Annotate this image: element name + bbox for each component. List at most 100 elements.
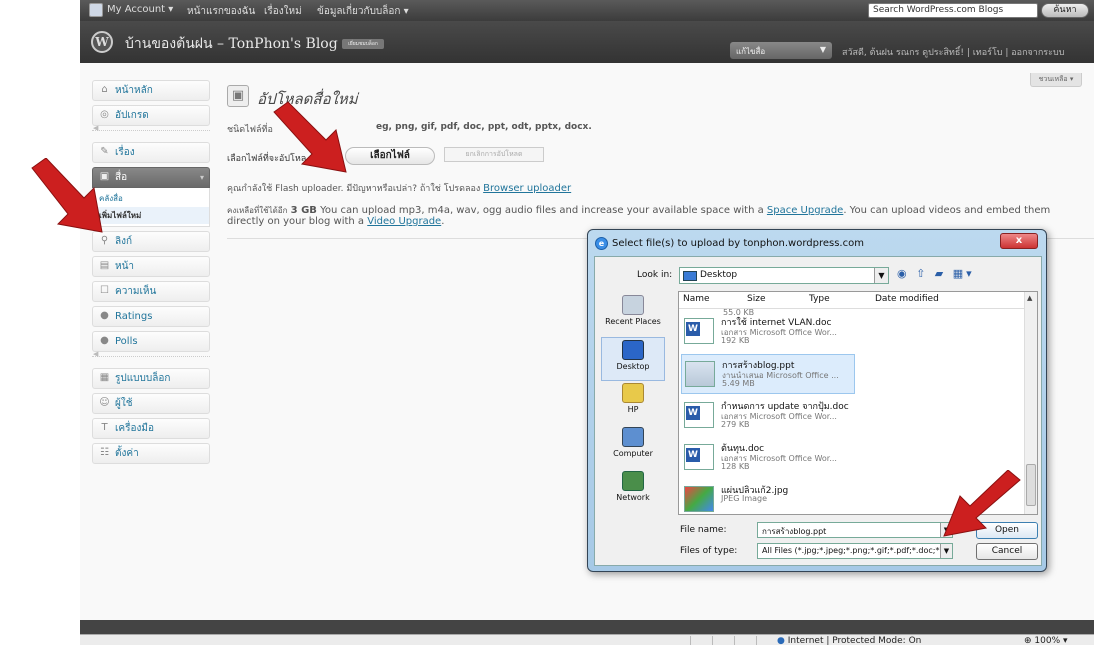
place-hp[interactable]: HP [601,381,665,425]
space-upgrade-link[interactable]: Space Upgrade [767,205,843,216]
scroll-up-icon[interactable]: ▲ [1027,294,1032,302]
admin-header: W บ้านของต้นฝน – TonPhon's Blog เยี่ยมชม… [80,21,1094,63]
menu-item-ratings[interactable]: ● Ratings [92,306,210,327]
file-name-input[interactable]: การสร้างblog.ppt ▼ [757,522,953,538]
file-item[interactable]: การสร้างblog.ppt งานนำเสนอ Microsoft Offi… [681,354,855,394]
doc-file-icon [684,318,714,344]
place-computer[interactable]: Computer [601,425,665,469]
menu-item-comments[interactable]: ☐ ความเห็น [92,281,210,302]
place-recent-places[interactable]: Recent Places [601,293,665,337]
file-size: 128 KB [721,462,750,471]
menu-item-settings[interactable]: ☷ ตั้งค่า [92,443,210,464]
user-greeting[interactable]: สวัสดี, ต้นฝน รณกร ดูประสิทธิ์! | เทอร์โ… [842,45,1064,59]
menu-item-media[interactable]: ▣ สื่อ ▾ [92,167,210,188]
settings-icon: ☷ [100,447,109,458]
page-icon: ▤ [99,260,110,271]
chevron-down-icon[interactable]: ▼ [940,544,952,558]
column-name[interactable]: Name [683,294,710,304]
browser-uploader-link[interactable]: Browser uploader [483,183,571,194]
menu-item-pages[interactable]: ▤ หน้า [92,256,210,277]
favorite-actions-label: แก้ไขสื่อ [736,47,766,56]
column-size[interactable]: Size [747,294,765,304]
menu-item-upgrades[interactable]: ◎ อัปเกรด [92,105,210,126]
look-in-value: Desktop [700,270,738,280]
doc-file-icon [684,444,714,470]
wordpress-logo-icon: W [91,31,113,53]
ppt-file-icon [685,361,715,387]
globe-icon: ● [777,636,785,645]
cancel-upload-button[interactable]: ยกเลิกการอัปโหลด [444,147,544,162]
uploader-text: คุณกำลังใช้ Flash uploader. มีปัญหาหรือเ… [227,184,481,194]
favorite-actions-select[interactable]: แก้ไขสื่อ ▼ [730,42,832,59]
menu-item-polls[interactable]: ● Polls [92,331,210,352]
menu-item-links[interactable]: ⚲ ลิงก์ [92,231,210,252]
admin-menu: ⌂ หน้าหลัก ◎ อัปเกรด ◀ ✎ เรื่อง ▣ สื่อ ▾… [92,80,210,468]
menu-toggle-icon[interactable]: ▾ [200,168,204,187]
screen-options-tab[interactable]: ชวนเหลือ ▾ [1030,73,1082,87]
column-type[interactable]: Type [809,294,830,304]
menu-item-dashboard[interactable]: ⌂ หน้าหลัก [92,80,210,101]
upgrade-icon: ◎ [100,109,109,120]
file-size: 192 KB [721,336,750,345]
zoom-text: 100% [1034,636,1061,645]
visit-site-button[interactable]: เยี่ยมชมบล็อก [342,39,384,49]
file-name-label: File name: [680,525,727,535]
site-title[interactable]: บ้านของต้นฝน – TonPhon's Blog [125,33,338,55]
pin-icon: ✎ [100,146,109,157]
search-input[interactable]: Search WordPress.com Blogs [868,3,1038,18]
adminbar-blog-info[interactable]: ข้อมูลเกี่ยวกับบล็อก ▾ [317,4,409,19]
place-desktop[interactable]: Desktop [601,337,665,381]
browser-content: My Account ▾ หน้าแรกของฉัน เรื่องใหม่ ข้… [80,0,1094,645]
place-network[interactable]: Network [601,469,665,513]
menu-item-users[interactable]: ☺ ผู้ใช้ [92,393,210,414]
file-size: 279 KB [721,420,750,429]
file-item[interactable]: ต้นทุน.docเอกสาร Microsoft Office Wor...… [681,438,855,478]
doc-file-icon [684,402,714,428]
video-upgrade-link[interactable]: Video Upgrade [367,216,441,227]
dialog-toolbar-icons[interactable]: ◉ ⇧ ▰ ▦▾ [897,267,975,280]
file-type-select[interactable]: All Files (*.jpg;*.jpeg;*.png;*.gif;*.pd… [757,543,953,559]
menu-label: รูปแบบบล็อก [115,373,171,384]
file-item[interactable]: แผ่นปลิวแก้2.jpg JPEG Image [681,480,855,514]
submenu-media-library[interactable]: คลังสื่อ [93,190,209,207]
place-label: Computer [613,449,653,458]
menu-item-appearance[interactable]: ▦ รูปแบบบล็อก [92,368,210,389]
menu-separator: ◀ [92,350,210,364]
footer-bar [80,620,1094,634]
avatar[interactable] [89,3,103,17]
menu-label: Ratings [115,311,153,322]
desktop-icon [683,271,697,281]
file-name-value: การสร้างblog.ppt [762,527,827,536]
adminbar-my-home[interactable]: หน้าแรกของฉัน [187,4,255,19]
submenu-add-new[interactable]: เพิ่มไฟล์ใหม่ [93,207,209,224]
network-icon [622,471,644,491]
chevron-down-icon[interactable]: ▼ [874,268,888,283]
menu-item-posts[interactable]: ✎ เรื่อง [92,142,210,163]
select-files-button[interactable]: เลือกไฟล์ [345,147,435,165]
my-account-menu[interactable]: My Account ▾ [107,4,173,15]
zoom-icon: ⊕ [1024,636,1032,645]
column-date-modified[interactable]: Date modified [875,294,939,304]
place-label: Network [616,493,650,502]
menu-label: สื่อ [115,172,128,183]
space-text4: . [441,216,445,227]
close-button[interactable]: x [1000,233,1038,249]
menu-label: ตั้งค่า [115,448,139,459]
look-in-select[interactable]: Desktop ▼ [679,267,889,284]
scrollbar[interactable]: ▲ [1024,292,1037,514]
place-label: HP [627,405,639,414]
file-item[interactable]: กำหนดการ update จากปุ้ม.docเอกสาร Micros… [681,396,855,436]
menu-label: หน้าหลัก [115,85,153,96]
zoom-level[interactable]: ⊕ 100% ▾ [1024,636,1068,645]
menu-item-tools[interactable]: T เครื่องมือ [92,418,210,439]
uploader-notice: คุณกำลังใช้ Flash uploader. มีปัญหาหรือเ… [227,181,571,195]
media-submenu: คลังสื่อ เพิ่มไฟล์ใหม่ [92,188,210,227]
polls-icon: ● [100,335,109,346]
scroll-thumb[interactable] [1026,464,1036,506]
cancel-button[interactable]: Cancel [976,543,1038,560]
file-item[interactable]: การใช้ internet VLAN.docเอกสาร Microsoft… [681,312,855,352]
menu-label: อัปเกรด [115,110,149,121]
search-button[interactable]: ค้นหา [1041,3,1089,18]
adminbar-new-post[interactable]: เรื่องใหม่ [264,4,302,19]
file-size: 5.49 MB [722,379,755,388]
